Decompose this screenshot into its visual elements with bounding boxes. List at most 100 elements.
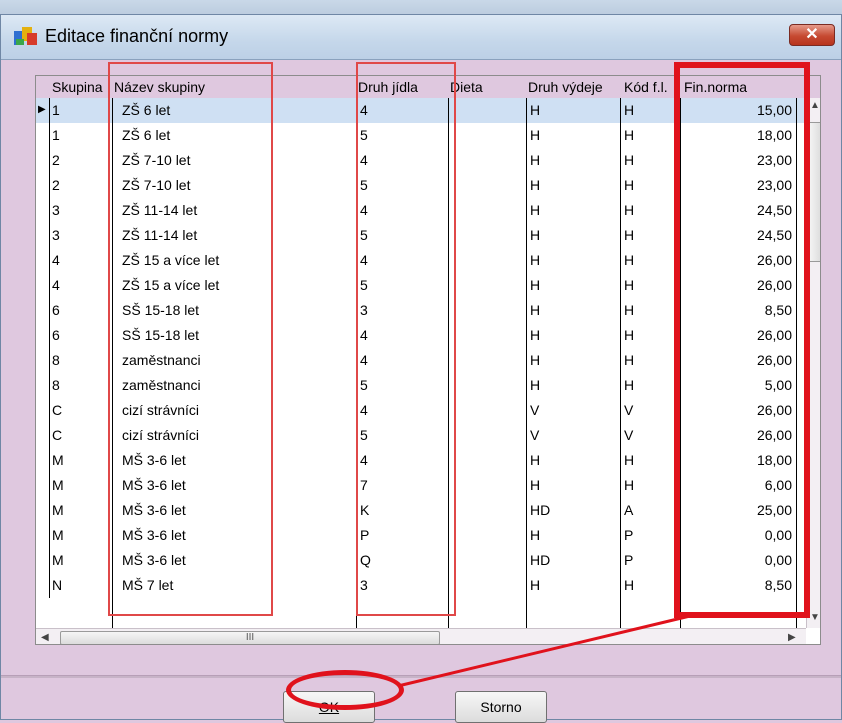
cell-skupina[interactable]: 6 — [52, 298, 110, 323]
row-indicator[interactable] — [36, 448, 50, 473]
cell-dieta[interactable] — [452, 248, 522, 273]
cell-druh-vydeje[interactable]: V — [530, 423, 616, 448]
cell-kod[interactable]: H — [624, 348, 678, 373]
cell-dieta[interactable] — [452, 473, 522, 498]
horizontal-scrollbar[interactable]: ◀ III ▶ — [36, 628, 806, 644]
cell-skupina[interactable]: M — [52, 498, 110, 523]
cell-kod[interactable]: H — [624, 248, 678, 273]
cell-druh-vydeje[interactable]: H — [530, 573, 616, 598]
row-indicator[interactable] — [36, 473, 50, 498]
cell-kod[interactable]: V — [624, 423, 678, 448]
cell-skupina[interactable]: M — [52, 473, 110, 498]
scroll-down-icon[interactable]: ▼ — [810, 612, 820, 623]
cell-kod[interactable]: H — [624, 123, 678, 148]
cell-kod[interactable]: H — [624, 473, 678, 498]
cell-druh-vydeje[interactable]: HD — [530, 548, 616, 573]
cell-druh-vydeje[interactable]: H — [530, 298, 616, 323]
cell-druh-vydeje[interactable]: H — [530, 123, 616, 148]
row-indicator[interactable] — [36, 423, 50, 448]
cell-dieta[interactable] — [452, 498, 522, 523]
cell-druh-vydeje[interactable]: V — [530, 398, 616, 423]
cell-dieta[interactable] — [452, 348, 522, 373]
cell-dieta[interactable] — [452, 198, 522, 223]
cell-druh-vydeje[interactable]: H — [530, 373, 616, 398]
cell-druh-vydeje[interactable]: H — [530, 148, 616, 173]
cell-druh-vydeje[interactable]: H — [530, 273, 616, 298]
cell-skupina[interactable]: 3 — [52, 198, 110, 223]
cell-druh-vydeje[interactable]: H — [530, 198, 616, 223]
cell-skupina[interactable]: M — [52, 448, 110, 473]
cell-kod[interactable]: A — [624, 498, 678, 523]
cell-kod[interactable]: H — [624, 323, 678, 348]
cell-druh-vydeje[interactable]: H — [530, 248, 616, 273]
cell-skupina[interactable]: 1 — [52, 98, 110, 123]
cell-dieta[interactable] — [452, 323, 522, 348]
cell-kod[interactable]: H — [624, 198, 678, 223]
cell-kod[interactable]: H — [624, 148, 678, 173]
cell-kod[interactable]: H — [624, 448, 678, 473]
cell-dieta[interactable] — [452, 398, 522, 423]
cell-dieta[interactable] — [452, 173, 522, 198]
cell-druh-vydeje[interactable]: H — [530, 448, 616, 473]
cell-skupina[interactable]: 4 — [52, 273, 110, 298]
cell-dieta[interactable] — [452, 98, 522, 123]
cell-kod[interactable]: P — [624, 523, 678, 548]
cell-kod[interactable]: H — [624, 373, 678, 398]
close-button[interactable]: ✕ — [789, 24, 835, 46]
cell-skupina[interactable]: C — [52, 423, 110, 448]
cell-dieta[interactable] — [452, 573, 522, 598]
row-indicator[interactable]: ▶ — [36, 98, 50, 123]
cell-kod[interactable]: H — [624, 298, 678, 323]
row-indicator[interactable] — [36, 373, 50, 398]
cell-skupina[interactable]: 6 — [52, 323, 110, 348]
cell-druh-vydeje[interactable]: H — [530, 323, 616, 348]
cell-dieta[interactable] — [452, 273, 522, 298]
cell-skupina[interactable]: 2 — [52, 173, 110, 198]
cell-dieta[interactable] — [452, 123, 522, 148]
cell-kod[interactable]: H — [624, 223, 678, 248]
row-indicator[interactable] — [36, 273, 50, 298]
horizontal-scroll-thumb[interactable]: III — [60, 631, 440, 644]
cell-kod[interactable]: H — [624, 173, 678, 198]
cell-kod[interactable]: H — [624, 98, 678, 123]
cell-druh-vydeje[interactable]: H — [530, 348, 616, 373]
cell-druh-vydeje[interactable]: H — [530, 173, 616, 198]
row-indicator[interactable] — [36, 573, 50, 598]
cell-dieta[interactable] — [452, 448, 522, 473]
cell-druh-vydeje[interactable]: H — [530, 223, 616, 248]
cell-kod[interactable]: P — [624, 548, 678, 573]
cell-druh-vydeje[interactable]: H — [530, 98, 616, 123]
cell-skupina[interactable]: 8 — [52, 373, 110, 398]
row-indicator[interactable] — [36, 398, 50, 423]
cell-skupina[interactable]: C — [52, 398, 110, 423]
cell-skupina[interactable]: 2 — [52, 148, 110, 173]
column-header-druh-vydeje[interactable]: Druh výdeje — [526, 76, 603, 98]
row-indicator[interactable] — [36, 173, 50, 198]
cell-dieta[interactable] — [452, 523, 522, 548]
cell-druh-vydeje[interactable]: H — [530, 523, 616, 548]
cell-skupina[interactable]: M — [52, 548, 110, 573]
row-indicator[interactable] — [36, 248, 50, 273]
cell-kod[interactable]: H — [624, 273, 678, 298]
cell-skupina[interactable]: N — [52, 573, 110, 598]
cell-skupina[interactable]: M — [52, 523, 110, 548]
row-indicator[interactable] — [36, 148, 50, 173]
scroll-right-icon[interactable]: ▶ — [788, 632, 796, 643]
row-indicator[interactable] — [36, 548, 50, 573]
scroll-up-icon[interactable]: ▲ — [810, 100, 820, 111]
cell-dieta[interactable] — [452, 423, 522, 448]
column-header-kod[interactable]: Kód f.l. — [622, 76, 668, 98]
cell-dieta[interactable] — [452, 148, 522, 173]
row-indicator[interactable] — [36, 523, 50, 548]
cancel-button[interactable]: Storno — [455, 691, 547, 723]
column-header-skupina[interactable]: Skupina — [50, 76, 103, 98]
cell-druh-vydeje[interactable]: H — [530, 473, 616, 498]
row-indicator[interactable] — [36, 323, 50, 348]
cell-skupina[interactable]: 8 — [52, 348, 110, 373]
row-indicator[interactable] — [36, 298, 50, 323]
cell-dieta[interactable] — [452, 373, 522, 398]
row-indicator[interactable] — [36, 498, 50, 523]
cell-dieta[interactable] — [452, 223, 522, 248]
cell-kod[interactable]: V — [624, 398, 678, 423]
cell-dieta[interactable] — [452, 548, 522, 573]
